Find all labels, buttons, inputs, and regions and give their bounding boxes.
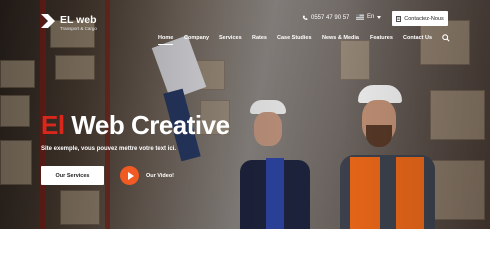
nav-item-services[interactable]: Services — [219, 35, 242, 41]
hero-headline: El Web Creative — [41, 110, 230, 141]
hero-subtitle: Site exemple, vous pouvez mettre votre t… — [41, 146, 177, 152]
brand-logo[interactable]: EL web Transport & Cargo — [41, 14, 97, 32]
language-selector[interactable]: En — [356, 14, 382, 20]
contact-button-label: Contactez-Nous — [404, 15, 444, 22]
nav-item-contact-us[interactable]: Contact Us — [403, 35, 432, 41]
contact-button[interactable]: Contactez-Nous — [392, 11, 448, 26]
nav-item-home[interactable]: Home — [158, 35, 174, 45]
brand-tagline: Transport & Cargo — [60, 26, 97, 31]
headline-text: Web Creative — [64, 110, 230, 140]
phone-number: 0557 47 90 57 — [311, 15, 350, 21]
logo-chevron-icon — [41, 14, 55, 28]
document-icon — [396, 15, 402, 22]
nav-item-case-studies[interactable]: Case Studies — [277, 35, 312, 41]
header-phone[interactable]: 0557 47 90 57 — [302, 15, 349, 21]
language-label: En — [367, 14, 375, 20]
headline-highlight: El — [41, 110, 65, 140]
nav-item-features[interactable]: Features — [370, 35, 393, 41]
our-services-button[interactable]: Our Services — [41, 166, 104, 185]
nav-item-rates[interactable]: Rates — [252, 35, 267, 41]
play-video-icon[interactable] — [120, 166, 139, 185]
nav-item-company[interactable]: Company — [184, 35, 209, 41]
phone-icon — [302, 15, 308, 20]
our-video-link[interactable]: Our Video! — [146, 173, 174, 179]
nav-item-news-media[interactable]: News & Media — [322, 35, 359, 41]
brand-name: EL web — [60, 14, 97, 26]
search-icon[interactable] — [442, 34, 450, 42]
flag-icon — [356, 14, 364, 20]
chevron-down-icon — [377, 15, 382, 19]
hero-banner: EL web Transport & Cargo 0557 47 90 57 E… — [0, 0, 490, 229]
